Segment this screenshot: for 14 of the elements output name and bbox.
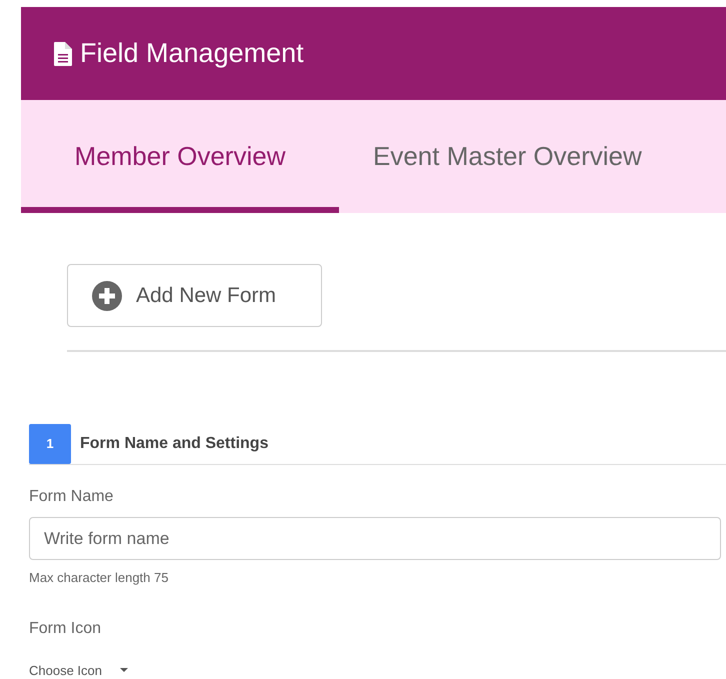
- add-new-form-button[interactable]: Add New Form: [67, 264, 322, 327]
- section-title: Form Name and Settings: [80, 434, 268, 454]
- input-field[interactable]: Write form name: [29, 517, 721, 560]
- plus-circle-icon: [92, 280, 122, 310]
- step-number: 1: [29, 424, 71, 464]
- help-text: Max character length 75: [29, 569, 170, 587]
- field-label: Form Name: [29, 487, 114, 507]
- field-label: Form Icon: [29, 618, 102, 638]
- tab[interactable]: Member Overview: [21, 100, 339, 213]
- icon-dropdown[interactable]: Choose Icon: [29, 660, 128, 679]
- document-icon: [54, 42, 72, 66]
- tab[interactable]: Event Master Overview: [339, 100, 676, 213]
- caret-icon: [120, 668, 128, 672]
- header-title: Field Management: [80, 37, 304, 70]
